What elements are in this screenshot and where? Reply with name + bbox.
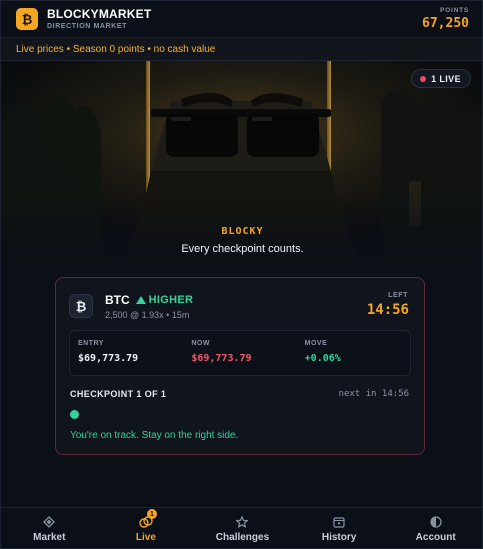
arrow-up-icon bbox=[135, 296, 146, 304]
checkpoint-next: next in 14:56 bbox=[338, 389, 409, 399]
nav-account-label: Account bbox=[415, 532, 456, 543]
nav-challenges[interactable]: Challenges bbox=[194, 508, 291, 548]
stat-move-label: MOVE bbox=[304, 340, 328, 347]
brand-logo-icon[interactable]: ₿ bbox=[16, 8, 38, 30]
checkpoint-label: CHECKPOINT 1 OF 1 bbox=[70, 389, 167, 399]
brand: BLOCKYMARKET DIRECTION MARKET bbox=[47, 8, 151, 30]
live-dot-icon bbox=[420, 75, 427, 82]
direction-indicator: HIGHER bbox=[135, 294, 194, 306]
position-title: BTC HIGHER bbox=[105, 293, 193, 307]
points-label: POINTS bbox=[440, 6, 469, 14]
live-count-badge[interactable]: 1 LIVE bbox=[411, 69, 471, 88]
nav-live-badge: 1 bbox=[146, 509, 157, 519]
coins-icon: 1 bbox=[139, 509, 157, 528]
nav-market[interactable]: Market bbox=[1, 508, 98, 548]
nav-live-label: Live bbox=[135, 532, 156, 543]
calendar-icon bbox=[333, 515, 345, 528]
info-strip: Live prices • Season 0 points • no cash … bbox=[1, 38, 482, 61]
stat-move-value: +0.06% bbox=[304, 353, 341, 364]
star-icon bbox=[236, 515, 249, 528]
stat-now-label: NOW bbox=[191, 340, 210, 347]
points-display: POINTS 67,250 bbox=[422, 6, 469, 32]
nav-market-label: Market bbox=[33, 532, 66, 543]
asset-symbol: BTC bbox=[105, 293, 130, 307]
character-tagline: Every checkpoint counts. bbox=[181, 243, 304, 255]
character-name: BLOCKY bbox=[221, 226, 264, 237]
checkpoint-message: You're on track. Stay on the right side. bbox=[70, 430, 239, 441]
nav-challenges-label: Challenges bbox=[215, 532, 270, 543]
nav-account[interactable]: Account bbox=[387, 508, 482, 548]
time-left-value: 14:56 bbox=[366, 302, 409, 318]
checkpoint-dot-icon bbox=[70, 410, 79, 419]
bottom-nav: Market 1 Live Challenges History Account bbox=[1, 507, 482, 548]
stat-now: NOW $69,773.79 bbox=[183, 331, 296, 375]
diamond-icon bbox=[43, 515, 56, 528]
live-count-label: 1 LIVE bbox=[431, 73, 461, 84]
position-stats: ENTRY $69,773.79 NOW $69,773.79 MOVE +0.… bbox=[69, 330, 411, 376]
direction-label: HIGHER bbox=[148, 294, 194, 306]
info-strip-text: Live prices • Season 0 points • no cash … bbox=[16, 43, 216, 55]
brand-subtitle: DIRECTION MARKET bbox=[47, 23, 127, 30]
nav-history-label: History bbox=[321, 532, 357, 543]
stat-entry-label: ENTRY bbox=[78, 340, 104, 347]
nav-history[interactable]: History bbox=[291, 508, 388, 548]
time-left-label: LEFT bbox=[388, 292, 408, 299]
app-window: ₿ BLOCKYMARKET DIRECTION MARKET POINTS 6… bbox=[0, 0, 483, 549]
nav-live[interactable]: 1 Live bbox=[98, 508, 195, 548]
brand-name: BLOCKYMARKET bbox=[47, 7, 152, 21]
bitcoin-icon: ₿ bbox=[69, 294, 93, 318]
position-detail: 2,500 @ 1.93x • 15m bbox=[105, 310, 190, 320]
stat-entry: ENTRY $69,773.79 bbox=[70, 331, 183, 375]
points-value: 67,250 bbox=[422, 16, 469, 32]
moon-icon bbox=[430, 515, 442, 528]
stat-now-value: $69,773.79 bbox=[191, 353, 252, 364]
app-header: ₿ BLOCKYMARKET DIRECTION MARKET POINTS 6… bbox=[1, 1, 482, 38]
stat-move: MOVE +0.06% bbox=[297, 331, 410, 375]
active-position-card[interactable]: ₿ BTC HIGHER 2,500 @ 1.93x • 15m LEFT 14… bbox=[55, 277, 425, 455]
stat-entry-value: $69,773.79 bbox=[78, 353, 139, 364]
